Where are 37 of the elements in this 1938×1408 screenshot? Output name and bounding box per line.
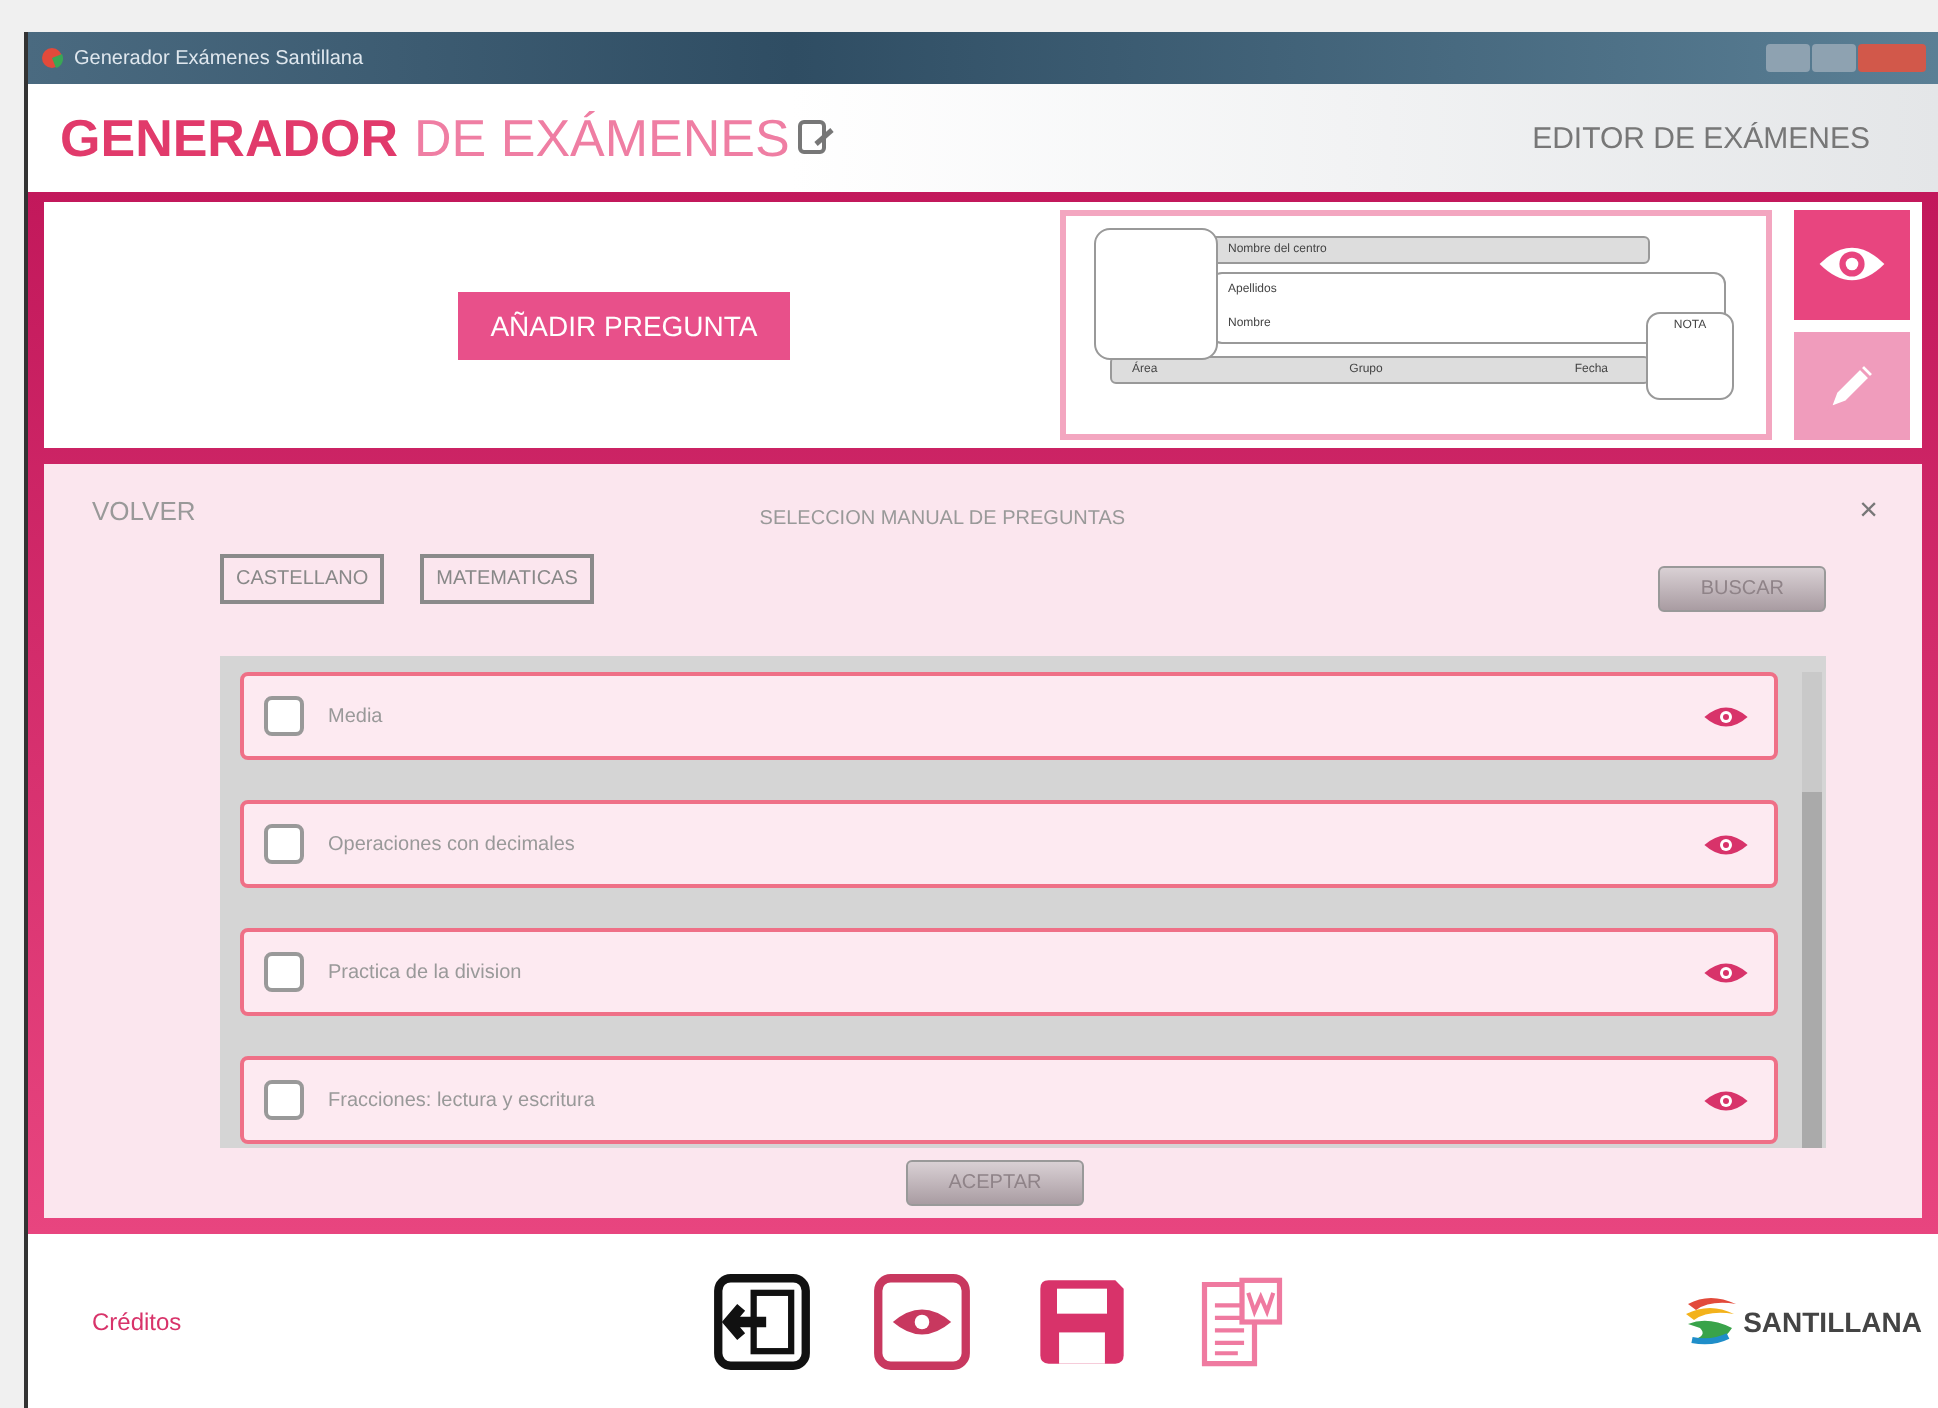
question-item[interactable]: Operaciones con decimales: [240, 800, 1778, 888]
question-label: Operaciones con decimales: [328, 833, 575, 855]
add-question-button[interactable]: AÑADIR PREGUNTA: [458, 291, 790, 359]
section-title: EDITOR DE EXÁMENES: [1532, 121, 1870, 155]
question-item[interactable]: Media: [240, 672, 1778, 760]
search-button[interactable]: BUSCAR: [1658, 566, 1826, 612]
app-title: GENERADOR: [60, 107, 399, 169]
panel-title: SELECCION MANUAL DE PREGUNTAS: [759, 508, 1126, 530]
back-link[interactable]: VOLVER: [92, 496, 196, 526]
edit-button[interactable]: [1794, 331, 1910, 440]
document-pen-icon: [795, 118, 836, 158]
eye-icon[interactable]: [1702, 829, 1750, 859]
checkbox[interactable]: [264, 952, 304, 992]
close-button[interactable]: ×: [1859, 493, 1878, 529]
question-label: Fracciones: lectura y escritura: [328, 1089, 595, 1111]
brand-name: SANTILLANA: [1743, 1305, 1922, 1337]
eye-icon[interactable]: [1702, 957, 1750, 987]
credits-link[interactable]: Créditos: [92, 1307, 712, 1335]
checkbox[interactable]: [264, 696, 304, 736]
app-icon: [40, 46, 64, 70]
eye-icon[interactable]: [872, 1271, 972, 1371]
question-item[interactable]: Fracciones: lectura y escritura: [240, 1056, 1778, 1144]
eye-icon[interactable]: [1702, 701, 1750, 731]
question-label: Practica de la division: [328, 961, 522, 983]
subject-tab[interactable]: MATEMATICAS: [420, 554, 594, 604]
eye-icon[interactable]: [1702, 1085, 1750, 1115]
accept-button[interactable]: ACEPTAR: [906, 1160, 1084, 1206]
window-title: Generador Exámenes Santillana: [74, 47, 364, 69]
subject-tab[interactable]: CASTELLANO: [220, 554, 385, 604]
checkbox[interactable]: [264, 1080, 304, 1120]
exit-icon[interactable]: [712, 1271, 812, 1371]
checkbox[interactable]: [264, 824, 304, 864]
question-item[interactable]: Practica de la division: [240, 928, 1778, 1016]
question-label: Media: [328, 705, 383, 727]
app-title-subtitle: DE EXÁMENES: [414, 107, 790, 169]
scrollbar[interactable]: [1802, 672, 1822, 1148]
preview-button[interactable]: [1794, 210, 1910, 319]
